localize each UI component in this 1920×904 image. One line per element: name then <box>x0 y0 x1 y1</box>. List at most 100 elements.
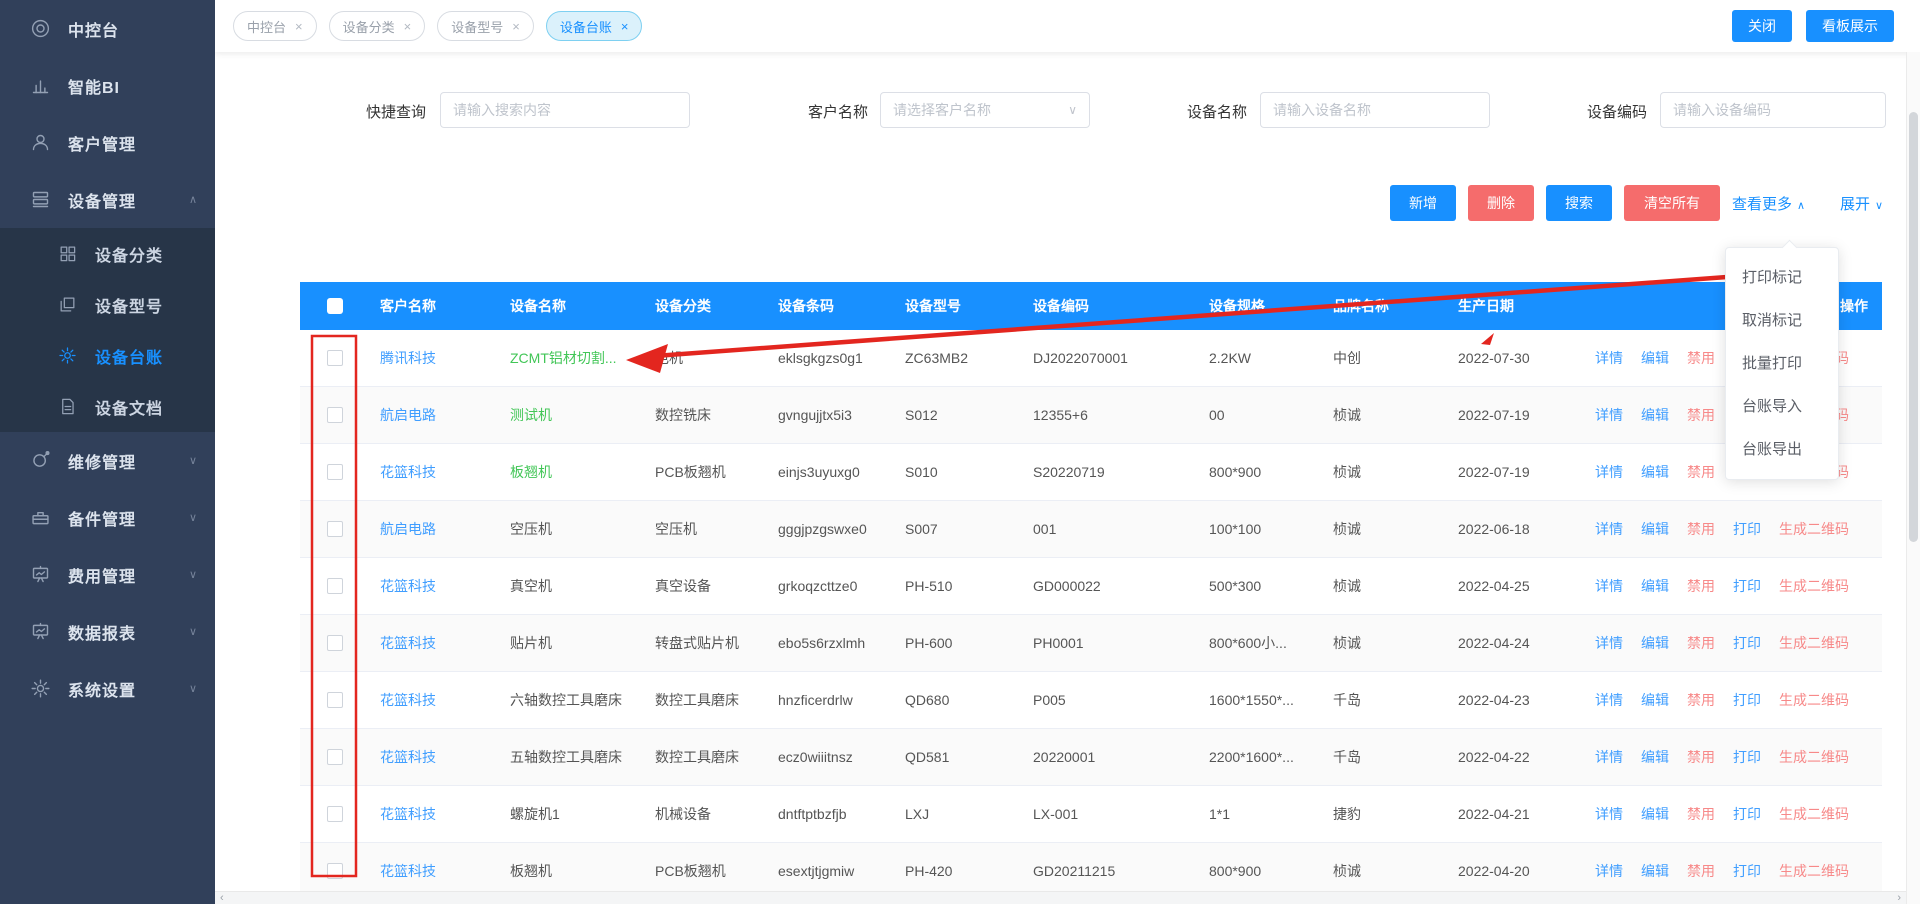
menu-item-batch-print[interactable]: 批量打印 <box>1726 342 1838 385</box>
row-checkbox[interactable] <box>327 521 343 537</box>
tab-device-model[interactable]: 设备型号× <box>437 11 534 41</box>
tab-device-category[interactable]: 设备分类× <box>329 11 426 41</box>
generate-qrcode-link[interactable]: 生成二维码 <box>1779 747 1849 767</box>
board-display-button[interactable]: 看板展示 <box>1806 10 1894 42</box>
detail-link[interactable]: 详情 <box>1595 576 1623 596</box>
edit-link[interactable]: 编辑 <box>1641 633 1669 653</box>
row-checkbox[interactable] <box>327 806 343 822</box>
edit-link[interactable]: 编辑 <box>1641 576 1669 596</box>
sidebar-item-data-report[interactable]: 数据报表∨ <box>0 603 215 660</box>
edit-link[interactable]: 编辑 <box>1641 861 1669 881</box>
row-checkbox[interactable] <box>327 350 343 366</box>
disable-link[interactable]: 禁用 <box>1687 462 1715 482</box>
customer-name-link[interactable]: 花篮科技 <box>380 747 436 767</box>
customer-name-link[interactable]: 花篮科技 <box>380 462 436 482</box>
detail-link[interactable]: 详情 <box>1595 519 1623 539</box>
disable-link[interactable]: 禁用 <box>1687 405 1715 425</box>
disable-link[interactable]: 禁用 <box>1687 861 1715 881</box>
search-button[interactable]: 搜索 <box>1546 185 1612 221</box>
select-all-checkbox[interactable] <box>327 298 343 314</box>
sidebar-item-customer-mgmt[interactable]: 客户管理 <box>0 114 215 171</box>
menu-item-print-mark[interactable]: 打印标记 <box>1726 256 1838 299</box>
edit-link[interactable]: 编辑 <box>1641 804 1669 824</box>
horizontal-scrollbar[interactable]: ‹ › <box>215 891 1906 904</box>
print-link[interactable]: 打印 <box>1733 804 1761 824</box>
customer-name-select[interactable]: 请选择客户名称 ∨ <box>880 92 1090 128</box>
tab-console[interactable]: 中控台× <box>233 11 317 41</box>
add-button[interactable]: 新增 <box>1390 185 1456 221</box>
sidebar-item-device-category[interactable]: 设备分类 <box>0 228 215 279</box>
sidebar-item-expense-mgmt[interactable]: 费用管理∨ <box>0 546 215 603</box>
detail-link[interactable]: 详情 <box>1595 861 1623 881</box>
device-name-input[interactable] <box>1260 92 1490 128</box>
detail-link[interactable]: 详情 <box>1595 462 1623 482</box>
sidebar-item-device-docs[interactable]: 设备文档 <box>0 381 215 432</box>
print-link[interactable]: 打印 <box>1733 690 1761 710</box>
generate-qrcode-link[interactable]: 生成二维码 <box>1779 633 1849 653</box>
edit-link[interactable]: 编辑 <box>1641 747 1669 767</box>
scroll-right-icon[interactable]: › <box>1897 892 1901 904</box>
scroll-left-icon[interactable]: ‹ <box>220 892 224 904</box>
row-checkbox[interactable] <box>327 578 343 594</box>
close-button[interactable]: 关闭 <box>1732 10 1792 42</box>
detail-link[interactable]: 详情 <box>1595 690 1623 710</box>
edit-link[interactable]: 编辑 <box>1641 519 1669 539</box>
row-checkbox[interactable] <box>327 464 343 480</box>
print-link[interactable]: 打印 <box>1733 747 1761 767</box>
row-checkbox[interactable] <box>327 863 343 879</box>
detail-link[interactable]: 详情 <box>1595 348 1623 368</box>
disable-link[interactable]: 禁用 <box>1687 576 1715 596</box>
sidebar-item-device-model[interactable]: 设备型号 <box>0 279 215 330</box>
generate-qrcode-link[interactable]: 生成二维码 <box>1779 690 1849 710</box>
customer-name-link[interactable]: 花篮科技 <box>380 861 436 881</box>
detail-link[interactable]: 详情 <box>1595 633 1623 653</box>
menu-item-ledger-import[interactable]: 台账导入 <box>1726 385 1838 428</box>
sidebar-item-device-ledger[interactable]: 设备台账 <box>0 330 215 381</box>
generate-qrcode-link[interactable]: 生成二维码 <box>1779 519 1849 539</box>
print-link[interactable]: 打印 <box>1733 633 1761 653</box>
detail-link[interactable]: 详情 <box>1595 405 1623 425</box>
row-checkbox[interactable] <box>327 749 343 765</box>
tab-close-icon[interactable]: × <box>295 19 303 34</box>
customer-name-link[interactable]: 航启电路 <box>380 405 436 425</box>
menu-item-ledger-export[interactable]: 台账导出 <box>1726 428 1838 471</box>
sidebar-item-system-settings[interactable]: 系统设置∨ <box>0 660 215 717</box>
tab-close-icon[interactable]: × <box>621 19 629 34</box>
row-checkbox[interactable] <box>327 692 343 708</box>
tab-close-icon[interactable]: × <box>512 19 520 34</box>
detail-link[interactable]: 详情 <box>1595 747 1623 767</box>
disable-link[interactable]: 禁用 <box>1687 804 1715 824</box>
print-link[interactable]: 打印 <box>1733 519 1761 539</box>
print-link[interactable]: 打印 <box>1733 576 1761 596</box>
customer-name-link[interactable]: 花篮科技 <box>380 633 436 653</box>
menu-item-cancel-mark[interactable]: 取消标记 <box>1726 299 1838 342</box>
generate-qrcode-link[interactable]: 生成二维码 <box>1779 576 1849 596</box>
customer-name-link[interactable]: 花篮科技 <box>380 804 436 824</box>
vertical-scrollbar-thumb[interactable] <box>1909 112 1918 542</box>
sidebar-item-console[interactable]: 中控台 <box>0 0 215 57</box>
generate-qrcode-link[interactable]: 生成二维码 <box>1779 861 1849 881</box>
row-checkbox[interactable] <box>327 407 343 423</box>
sidebar-item-repair-mgmt[interactable]: 维修管理∨ <box>0 432 215 489</box>
edit-link[interactable]: 编辑 <box>1641 405 1669 425</box>
vertical-scrollbar[interactable] <box>1906 52 1920 904</box>
disable-link[interactable]: 禁用 <box>1687 747 1715 767</box>
print-link[interactable]: 打印 <box>1733 861 1761 881</box>
edit-link[interactable]: 编辑 <box>1641 690 1669 710</box>
customer-name-link[interactable]: 航启电路 <box>380 519 436 539</box>
customer-name-link[interactable]: 腾讯科技 <box>380 348 436 368</box>
sidebar-item-smart-bi[interactable]: 智能BI <box>0 57 215 114</box>
tab-device-ledger[interactable]: 设备台账× <box>546 11 643 41</box>
delete-button[interactable]: 删除 <box>1468 185 1534 221</box>
sidebar-item-device-mgmt[interactable]: 设备管理∧ <box>0 171 215 228</box>
detail-link[interactable]: 详情 <box>1595 804 1623 824</box>
clear-all-button[interactable]: 清空所有 <box>1624 185 1720 221</box>
view-more-link[interactable]: 查看更多∧ <box>1732 193 1805 214</box>
customer-name-link[interactable]: 花篮科技 <box>380 576 436 596</box>
device-code-input[interactable] <box>1660 92 1886 128</box>
tab-close-icon[interactable]: × <box>404 19 412 34</box>
sidebar-item-spare-parts-mgmt[interactable]: 备件管理∨ <box>0 489 215 546</box>
disable-link[interactable]: 禁用 <box>1687 633 1715 653</box>
row-checkbox[interactable] <box>327 635 343 651</box>
generate-qrcode-link[interactable]: 生成二维码 <box>1779 804 1849 824</box>
